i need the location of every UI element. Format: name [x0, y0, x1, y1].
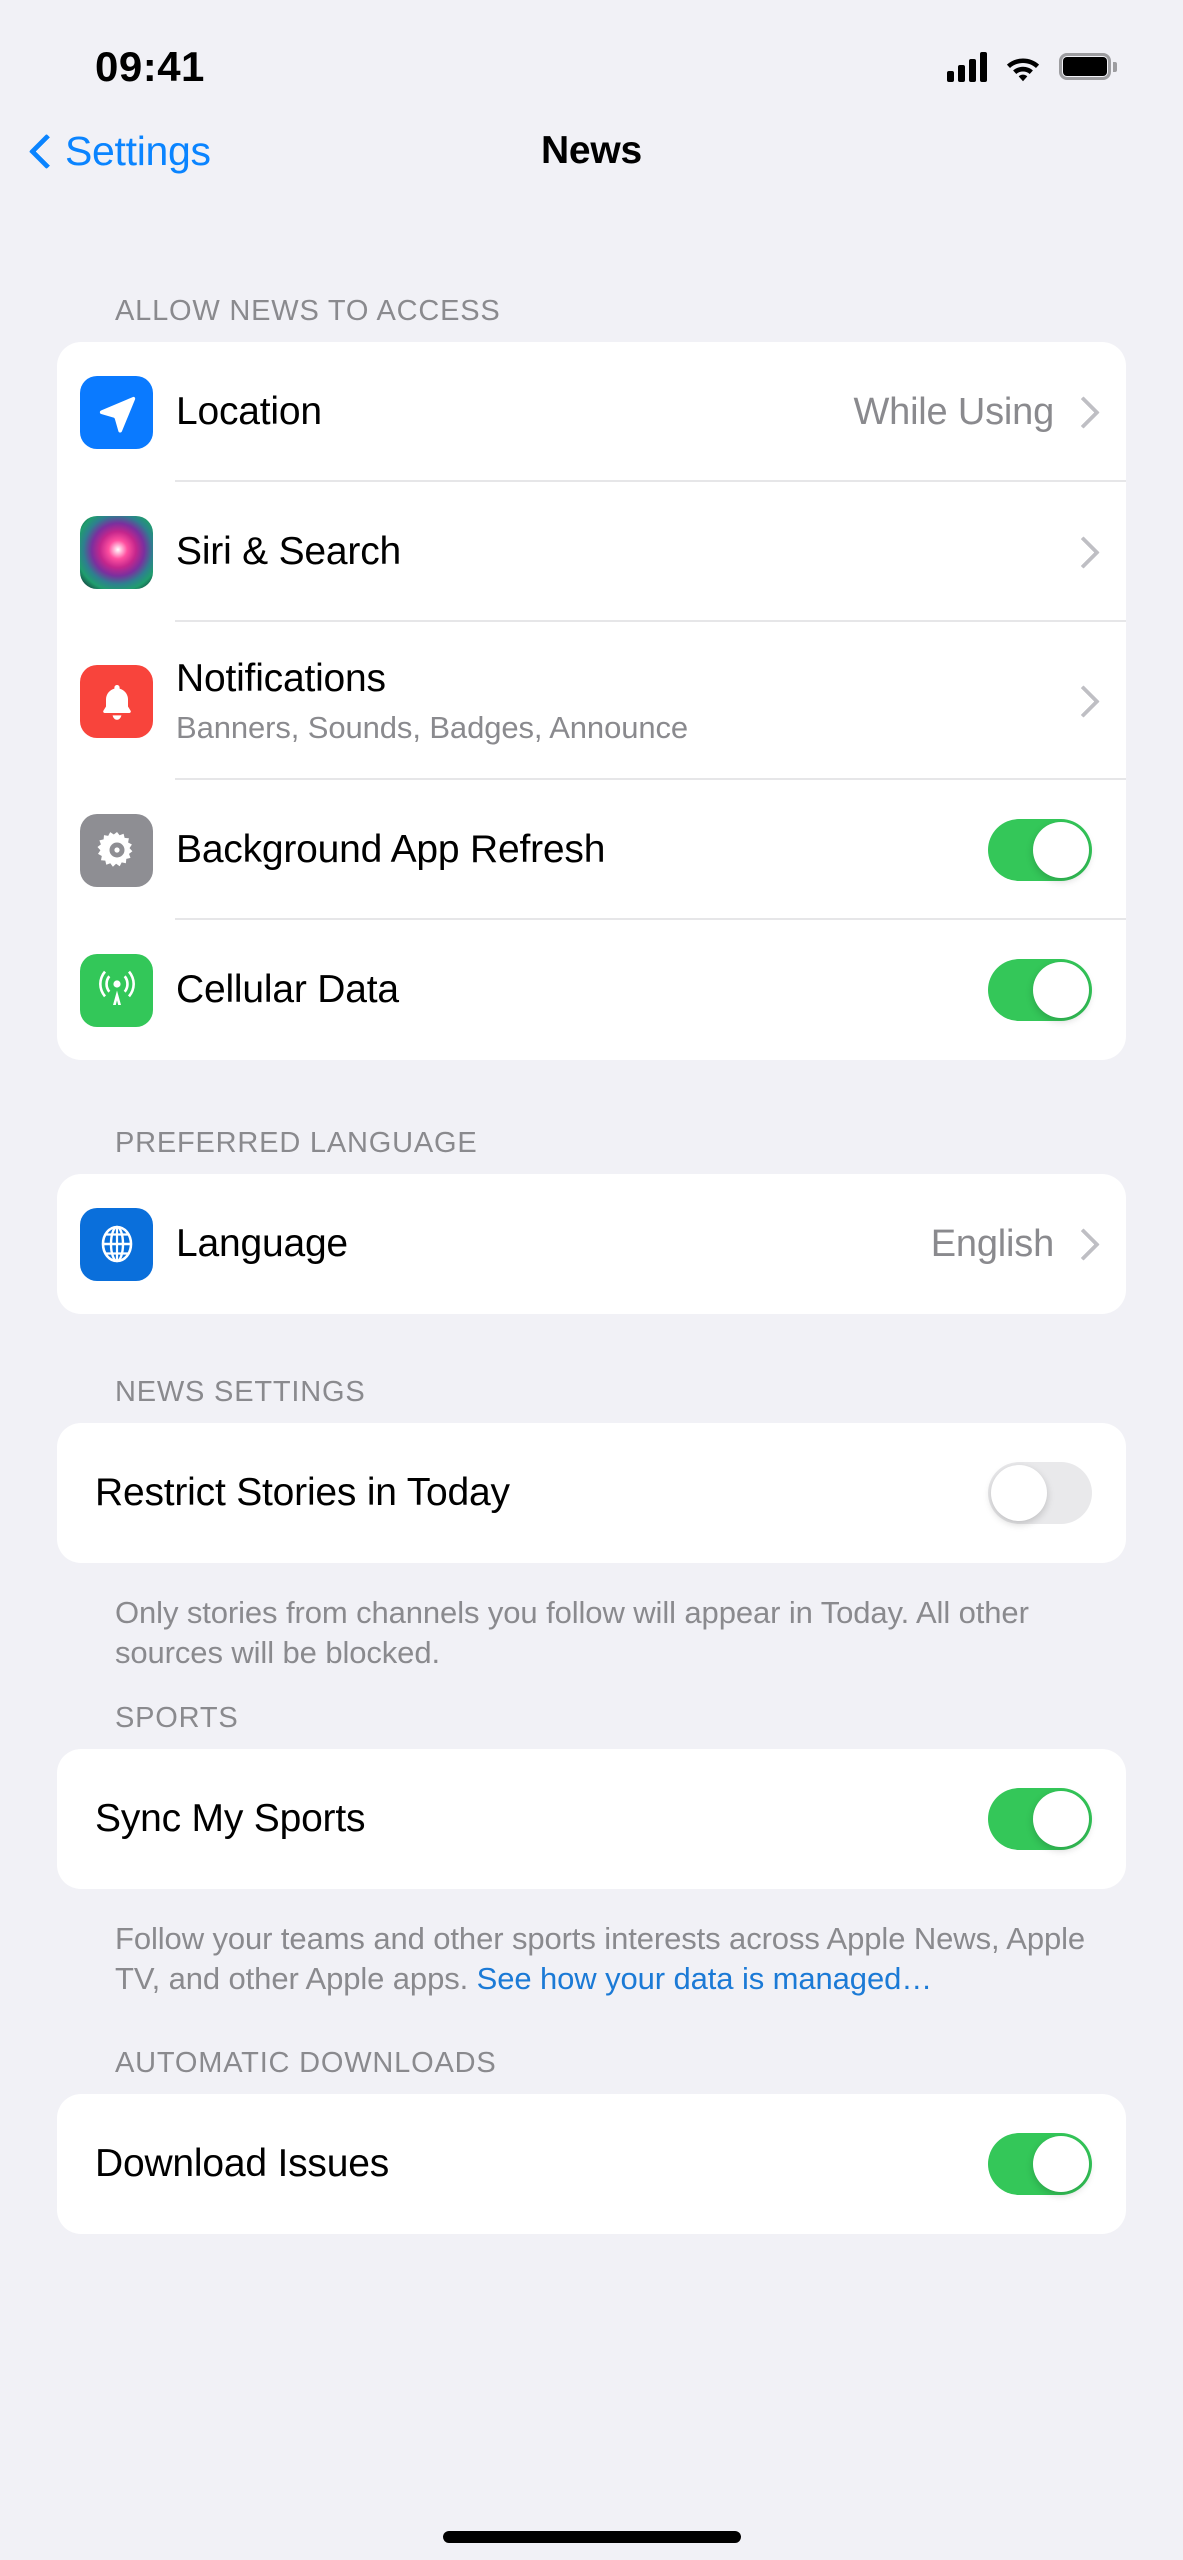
section-footer-news-settings: Only stories from channels you follow wi… [115, 1595, 1029, 1670]
table-row-restrict-stories[interactable]: Restrict Stories in Today [57, 1423, 1126, 1563]
table-row-siri-search[interactable]: Siri & Search [57, 482, 1126, 622]
siri-orb-icon [80, 515, 153, 589]
row-labels: Cellular Data [176, 968, 988, 1012]
section-card-allow-access: Location While Using Siri & Search Notif… [57, 342, 1126, 1060]
wifi-icon [1006, 58, 1040, 81]
toggle-download-issues[interactable] [988, 2132, 1092, 2195]
settings-list: ALLOW NEWS TO ACCESS Location While Usin… [0, 197, 1183, 2234]
row-value-location: While Using [853, 390, 1054, 433]
row-subtitle-notifications: Banners, Sounds, Badges, Announce [176, 709, 689, 745]
row-labels: Sync My Sports [95, 1797, 988, 1841]
row-labels: Notifications Banners, Sounds, Badges, A… [176, 657, 1072, 746]
table-row-location[interactable]: Location While Using [57, 342, 1126, 482]
gear-icon [80, 813, 153, 887]
row-value-language: English [930, 1222, 1054, 1265]
toggle-background-app-refresh[interactable] [988, 819, 1092, 881]
notification-bell-icon [80, 664, 153, 738]
section-footer-sports: Follow your teams and other sports inter… [0, 1889, 1183, 1998]
battery-full-icon [1059, 53, 1117, 80]
status-bar: 09:41 [0, 0, 1183, 105]
table-row-sync-my-sports[interactable]: Sync My Sports [57, 1749, 1126, 1889]
toggle-knob [1033, 962, 1089, 1018]
back-button-settings[interactable]: Settings [0, 128, 211, 175]
navigation-bar: Settings News [0, 105, 1183, 197]
row-title: Sync My Sports [95, 1797, 366, 1841]
section-header-automatic-downloads: AUTOMATIC DOWNLOADS [115, 2046, 497, 2079]
toggle-knob [1033, 2135, 1089, 2192]
row-title: Notifications [176, 656, 386, 700]
section-header-sports: SPORTS [115, 1702, 239, 1735]
section-header-allow-access: ALLOW NEWS TO ACCESS [115, 295, 501, 327]
row-title: Location [176, 390, 322, 433]
section-card-sports: Sync My Sports [57, 1749, 1126, 1890]
row-labels: Language [176, 1222, 931, 1266]
chevron-right-icon [1072, 535, 1092, 569]
status-bar-icons [947, 51, 1117, 82]
table-row-download-issues[interactable]: Download Issues [57, 2094, 1126, 2234]
toggle-cellular-data[interactable] [988, 959, 1092, 1021]
row-title: Download Issues [95, 2141, 389, 2185]
row-title: Cellular Data [176, 968, 399, 1011]
row-labels: Restrict Stories in Today [95, 1471, 988, 1515]
row-labels: Background App Refresh [176, 828, 988, 872]
section-card-preferred-language: Language English [57, 1174, 1126, 1314]
row-labels: Siri & Search [176, 530, 1072, 574]
location-arrow-icon [80, 375, 153, 449]
table-row-cellular-data[interactable]: Cellular Data [57, 920, 1126, 1060]
row-title: Language [176, 1222, 348, 1265]
section-card-news-settings: Restrict Stories in Today [57, 1423, 1126, 1563]
news-settings-screen: 09:41 Settings News ALLOW NEWS TO ACCESS… [0, 0, 1183, 2560]
toggle-knob [1033, 822, 1089, 878]
table-row-notifications[interactable]: Notifications Banners, Sounds, Badges, A… [57, 622, 1126, 780]
chevron-right-icon [1072, 395, 1092, 429]
cellular-signal-icon [947, 51, 987, 82]
row-labels: Location [176, 390, 853, 434]
section-header-news-settings: NEWS SETTINGS [115, 1376, 366, 1408]
data-management-link[interactable]: See how your data is managed… [477, 1961, 933, 1996]
section-header-preferred-language: PREFERRED LANGUAGE [115, 1127, 478, 1159]
status-bar-time: 09:41 [95, 42, 205, 90]
globe-icon [80, 1207, 153, 1281]
row-title: Background App Refresh [176, 828, 606, 871]
row-title: Restrict Stories in Today [95, 1471, 510, 1514]
table-row-background-app-refresh[interactable]: Background App Refresh [57, 780, 1126, 920]
chevron-left-icon [30, 132, 52, 170]
home-indicator[interactable] [442, 2531, 741, 2543]
toggle-restrict-stories-in-today[interactable] [988, 1462, 1092, 1524]
cellular-antenna-icon [80, 953, 153, 1027]
table-row-language[interactable]: Language English [57, 1174, 1126, 1314]
toggle-knob [1033, 1791, 1089, 1848]
toggle-sync-my-sports[interactable] [988, 1788, 1092, 1851]
row-labels: Download Issues [95, 2142, 988, 2186]
chevron-right-icon [1072, 1227, 1092, 1261]
toggle-knob [991, 1465, 1047, 1521]
row-title: Siri & Search [176, 530, 401, 573]
section-card-automatic-downloads: Download Issues [57, 2093, 1126, 2234]
back-button-label: Settings [65, 127, 211, 174]
chevron-right-icon [1072, 684, 1092, 718]
